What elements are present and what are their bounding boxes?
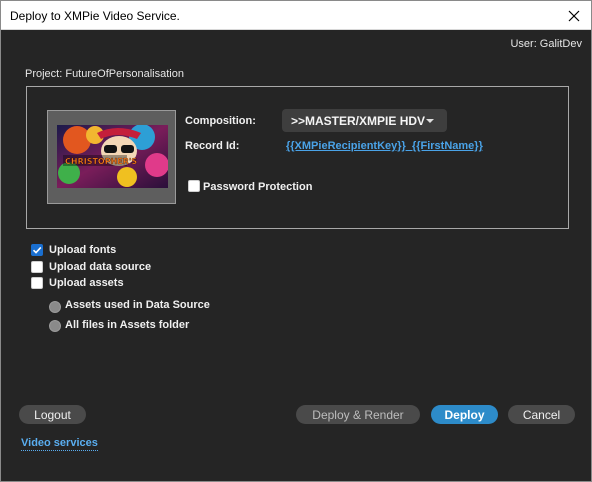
all-files-in-assets-label: All files in Assets folder [65, 319, 190, 331]
deploy-render-button-label: Deploy & Render [312, 407, 404, 422]
project-label: Project: FutureOfPersonalisation [25, 68, 184, 80]
composition-value: >>MASTER/XMPIE HDV [291, 114, 426, 128]
window-title: Deploy to XMPie Video Service. [10, 9, 180, 23]
thumbnail-text: CHRISTOPHER'S [65, 157, 137, 166]
close-icon [568, 10, 580, 21]
assets-in-data-source-label: Assets used in Data Source [65, 299, 210, 311]
assets-in-data-source-radio[interactable] [49, 301, 61, 313]
composition-label: Composition: [185, 115, 256, 127]
thumbnail-image: CHRISTOPHER'S [57, 125, 168, 188]
deploy-button-label: Deploy [444, 407, 485, 422]
logout-button-label: Logout [34, 407, 71, 422]
upload-assets-label: Upload assets [49, 277, 124, 289]
deploy-dialog: Deploy to XMPie Video Service. User: Gal… [0, 0, 592, 482]
password-protection-checkbox[interactable] [188, 180, 200, 192]
user-label: User: GalitDev [510, 38, 582, 50]
cancel-button[interactable]: Cancel [508, 405, 575, 424]
close-button[interactable] [557, 1, 591, 30]
check-icon [32, 246, 42, 254]
all-files-in-assets-radio[interactable] [49, 320, 61, 332]
upload-data-source-checkbox[interactable] [31, 261, 43, 273]
upload-assets-checkbox[interactable] [31, 277, 43, 289]
cancel-button-label: Cancel [522, 407, 561, 422]
thumbnail-frame: CHRISTOPHER'S [47, 110, 176, 204]
video-services-link[interactable]: Video services [21, 437, 98, 451]
deploy-button[interactable]: Deploy [431, 405, 498, 424]
upload-fonts-label: Upload fonts [49, 244, 117, 256]
upload-fonts-checkbox[interactable] [31, 244, 43, 256]
title-bar: Deploy to XMPie Video Service. [1, 1, 591, 30]
deploy-render-button[interactable]: Deploy & Render [296, 405, 420, 424]
logout-button[interactable]: Logout [19, 405, 86, 424]
record-id-link[interactable]: {{XMPieRecipientKey}}_{{FirstName}} [286, 140, 483, 152]
composition-panel: CHRISTOPHER'S Composition: >>MASTER/XMPI… [26, 86, 569, 229]
composition-thumbnail: CHRISTOPHER'S [57, 125, 168, 188]
password-protection-label: Password Protection [203, 181, 313, 193]
upload-data-source-label: Upload data source [49, 261, 152, 273]
composition-dropdown[interactable]: >>MASTER/XMPIE HDV [282, 109, 447, 132]
chevron-down-icon [426, 119, 434, 123]
record-id-label: Record Id: [185, 140, 240, 152]
